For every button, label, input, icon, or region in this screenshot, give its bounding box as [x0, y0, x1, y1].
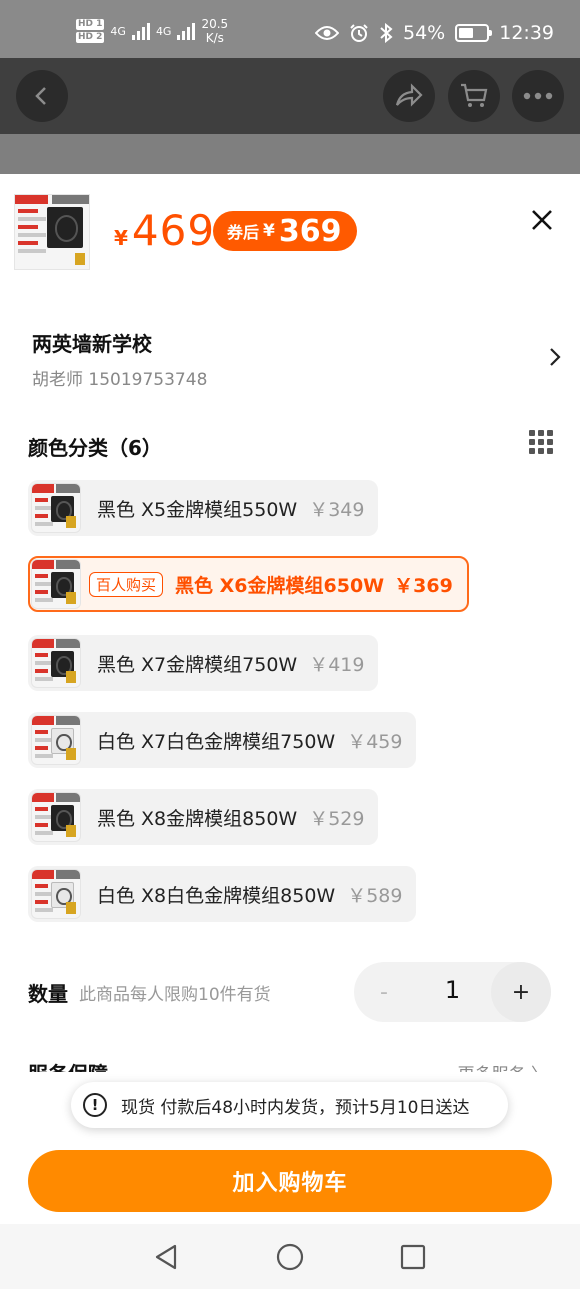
variant-thumbnail: [31, 792, 81, 842]
variant-price: ￥459: [347, 730, 403, 753]
variant-thumbnail: [31, 715, 81, 765]
close-icon: [532, 210, 552, 230]
variant-price: ￥589: [347, 884, 403, 907]
variant-name: 黑色 X6金牌模组650W: [175, 574, 385, 597]
cart-icon: [461, 83, 488, 107]
sim2-badge: HD 2: [76, 32, 105, 43]
sim1-badge: HD 1: [76, 19, 105, 30]
variant-name: 黑色 X8金牌模组850W: [97, 807, 298, 830]
sim-indicators: HD 1 HD 2: [76, 19, 105, 43]
popularity-tag: 百人购买: [89, 571, 164, 597]
coupon-currency: ¥: [263, 221, 275, 241]
close-button[interactable]: [526, 204, 558, 236]
eye-icon: [315, 26, 339, 40]
quantity-limit-note: 此商品每人限购10件有货: [79, 985, 271, 1005]
quantity-label: 数量: [28, 982, 68, 1006]
variant-thumbnail: [31, 559, 81, 609]
clock: 12:39: [499, 22, 554, 44]
bluetooth-icon: [380, 23, 393, 43]
speed-unit: K/s: [205, 31, 224, 45]
network-type: 4G: [110, 24, 126, 38]
add-to-cart-button[interactable]: 加入购物车: [28, 1150, 552, 1212]
variant-option[interactable]: 黑色 X8金牌模组850W ￥529: [28, 789, 379, 845]
signal-icon-2: [177, 22, 196, 40]
more-button[interactable]: [512, 70, 564, 122]
increment-button[interactable]: +: [491, 962, 551, 1022]
variant-option[interactable]: 黑色 X7金牌模组750W ￥419: [28, 635, 379, 691]
coupon-price-value: 369: [278, 213, 342, 249]
speed-value: 20.5: [201, 17, 229, 31]
service-row[interactable]: 服务保障 更多服务 〉: [28, 1058, 548, 1072]
cart-button[interactable]: [448, 70, 500, 122]
top-nav: [0, 58, 580, 134]
service-more-link[interactable]: 更多服务 〉: [458, 1060, 548, 1072]
recents-square-icon[interactable]: [398, 1242, 428, 1272]
variant-option[interactable]: 白色 X7白色金牌模组750W ￥459: [28, 712, 417, 768]
variant-name: 白色 X7白色金牌模组750W: [97, 730, 336, 753]
delivery-notice: ! 现货 付款后48小时内发货，预计5月10日送达: [71, 1082, 508, 1128]
variant-thumbnail: [31, 483, 81, 533]
system-nav-bar: [0, 1224, 580, 1289]
currency-symbol: ¥: [114, 226, 128, 250]
coupon-label: 券后: [227, 223, 260, 242]
variant-price: ￥349: [309, 498, 365, 521]
variant-option[interactable]: 黑色 X5金牌模组550W ￥349: [28, 480, 379, 536]
chevron-right-icon: [550, 348, 561, 366]
variant-thumbnail: [31, 869, 81, 919]
variant-option-selected[interactable]: 百人购买 黑色 X6金牌模组650W ￥369: [28, 556, 469, 612]
alarm-icon: [350, 24, 368, 42]
variant-price: ￥419: [309, 653, 365, 676]
variant-price: ￥369: [394, 574, 453, 597]
dim-overlay: [0, 134, 580, 174]
variants-title: 颜色分类（6）: [28, 436, 162, 460]
variant-thumbnail: [31, 638, 81, 688]
variant-name: 白色 X8白色金牌模组850W: [97, 884, 336, 907]
shipping-address[interactable]: 两英墙新学校 胡老师 15019753748: [32, 328, 562, 390]
quantity-stepper: - 1 +: [354, 962, 551, 1022]
more-icon: [523, 92, 553, 100]
status-bar: HD 1 HD 2 4G 4G 20.5 K/s 54% 12:39: [0, 0, 580, 58]
address-contact: 胡老师 15019753748: [32, 370, 208, 390]
price-value: 469: [131, 206, 216, 255]
sku-sheet: ¥ 469 券后 ¥ 369 两英墙新学校 胡老师 15019753748 颜色…: [0, 174, 580, 1224]
grid-view-icon[interactable]: [529, 430, 553, 454]
network-type-2: 4G: [155, 24, 172, 38]
info-icon: !: [83, 1093, 107, 1117]
coupon-price-badge: 券后 ¥ 369: [213, 211, 358, 251]
product-thumbnail[interactable]: [14, 194, 90, 270]
share-icon: [395, 83, 423, 107]
back-button[interactable]: [16, 70, 68, 122]
home-circle-icon[interactable]: [275, 1242, 305, 1272]
address-name: 两英墙新学校: [32, 332, 152, 356]
back-icon: [35, 87, 46, 105]
variant-option[interactable]: 白色 X8白色金牌模组850W ￥589: [28, 866, 417, 922]
battery-icon: [455, 24, 493, 42]
current-price: ¥ 469: [114, 206, 215, 255]
service-title: 服务保障: [28, 1058, 108, 1072]
decrement-button[interactable]: -: [354, 962, 414, 1022]
back-triangle-icon[interactable]: [151, 1242, 181, 1272]
delivery-text: 现货 付款后48小时内发货，预计5月10日送达: [121, 1097, 470, 1118]
battery-percent: 54%: [403, 22, 446, 44]
variant-price: ￥529: [309, 807, 365, 830]
variant-name: 黑色 X5金牌模组550W: [97, 498, 298, 521]
quantity-value[interactable]: 1: [414, 976, 491, 1004]
variant-name: 黑色 X7金牌模组750W: [97, 653, 298, 676]
network-speed: 20.5 K/s: [201, 17, 228, 45]
share-button[interactable]: [383, 70, 435, 122]
signal-icon: [131, 22, 150, 40]
